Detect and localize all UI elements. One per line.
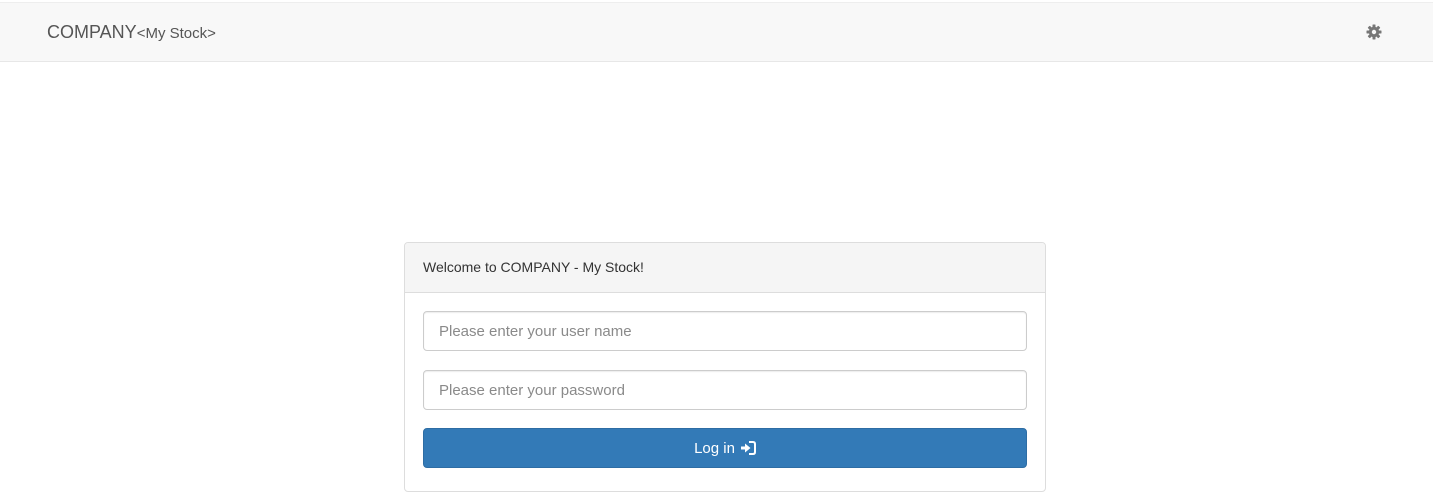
login-panel-heading: Welcome to COMPANY - My Stock! xyxy=(405,243,1045,293)
navbar-brand[interactable]: COMPANY<My Stock> xyxy=(47,22,216,43)
gear-icon[interactable] xyxy=(1366,24,1384,42)
brand-subtitle: <My Stock> xyxy=(136,25,216,42)
login-button-label: Log in xyxy=(694,439,735,457)
log-in-icon xyxy=(740,441,756,455)
login-button[interactable]: Log in xyxy=(423,428,1027,468)
login-panel: Welcome to COMPANY - My Stock! Log in xyxy=(404,242,1046,492)
password-input[interactable] xyxy=(423,370,1027,410)
top-navbar: COMPANY<My Stock> xyxy=(0,2,1433,62)
brand-name: COMPANY xyxy=(47,22,137,42)
username-input[interactable] xyxy=(423,311,1027,351)
